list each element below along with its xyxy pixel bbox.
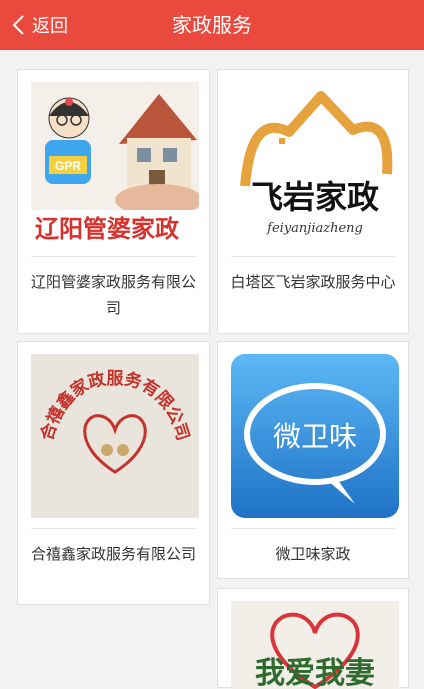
page-title: 家政服务 — [172, 13, 252, 37]
logo-subtext: feiyanjiazheng — [266, 221, 363, 236]
company-logo-image: GPR 辽阳管婆家政 — [31, 82, 199, 246]
logo-text: 我爱我妻 — [255, 656, 375, 689]
company-logo-image: 我爱我妻 — [231, 601, 399, 689]
company-name: 辽阳管婆家政服务有限公司 — [30, 273, 196, 317]
company-name: 白塔区飞岩家政服务中心 — [230, 273, 396, 291]
service-card-1[interactable]: GPR 辽阳管婆家政 辽阳管婆家政服务有限公司 — [17, 69, 210, 334]
service-card-3[interactable]: 合禧鑫家政服务有限公司 合禧鑫家政服务有限公司 — [17, 341, 210, 605]
card-divider — [31, 256, 196, 257]
service-card-5[interactable]: 我爱我妻 — [217, 588, 409, 689]
logo-text: 微卫味 — [273, 420, 357, 453]
service-card-2[interactable]: 飞岩家政 feiyanjiazheng 白塔区飞岩家政服务中心 — [217, 69, 409, 334]
card-divider — [31, 528, 196, 529]
card-divider — [231, 528, 395, 529]
top-bar: 返回 家政服务 — [0, 0, 424, 50]
logo-text: 辽阳管婆家政 — [35, 215, 179, 243]
company-name: 合禧鑫家政服务有限公司 — [30, 545, 196, 563]
service-card-4[interactable]: 微卫味 微卫味家政 — [217, 341, 409, 579]
logo-badge: GPR — [55, 159, 81, 173]
card-divider — [231, 256, 395, 257]
company-name: 微卫味家政 — [275, 545, 351, 563]
company-logo-image: 微卫味 — [231, 354, 399, 518]
company-logo-image: 飞岩家政 feiyanjiazheng — [231, 82, 399, 246]
logo-text: 飞岩家政 — [251, 178, 379, 216]
company-logo-image: 合禧鑫家政服务有限公司 — [31, 354, 199, 518]
